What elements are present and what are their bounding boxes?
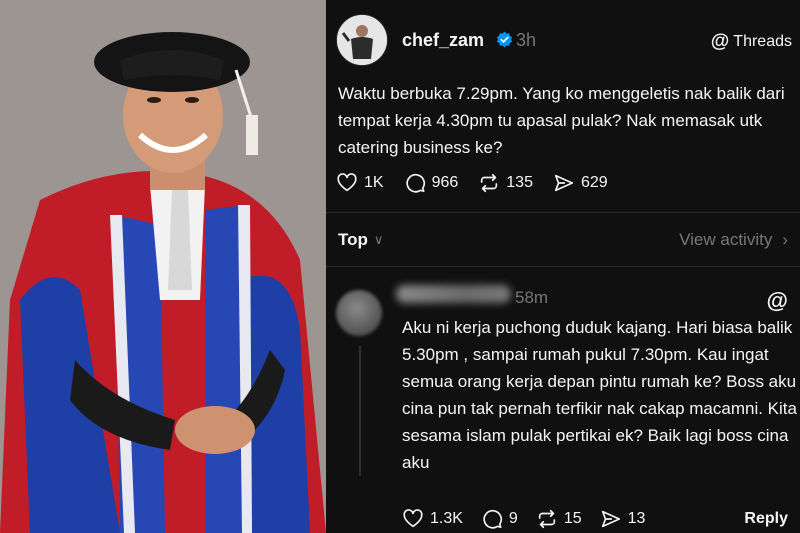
repost-button[interactable]: 135 — [478, 172, 533, 194]
threads-logo-icon[interactable]: @ — [767, 288, 788, 314]
send-icon — [601, 510, 620, 528]
thread-line — [359, 346, 361, 476]
author-username[interactable]: chef_zam — [402, 30, 484, 51]
sort-label: Top — [338, 230, 368, 249]
reply-button[interactable]: Reply — [744, 510, 788, 528]
view-activity-label: View activity — [679, 230, 773, 249]
screenshot: chef_zam 3h @ Threads Waktu berbuka 7.29… — [0, 0, 800, 533]
post-metrics: 1K 966 135 629 — [336, 172, 628, 194]
send-icon — [554, 174, 574, 192]
comment-bubble-icon — [483, 509, 502, 529]
threads-brand-label: Threads — [733, 33, 792, 50]
reply-author-name-blurred — [396, 285, 511, 303]
threads-brand[interactable]: @ Threads — [711, 31, 792, 53]
share-count: 629 — [580, 174, 608, 191]
graduation-photo — [0, 0, 326, 533]
verified-badge-icon — [496, 31, 513, 48]
comment-count: 966 — [431, 174, 459, 191]
threads-logo-icon: @ — [710, 31, 730, 52]
reply-repost-count: 15 — [563, 510, 582, 527]
avatar-image — [337, 15, 387, 65]
reply-like-button[interactable]: 1.3K — [402, 508, 463, 530]
divider — [326, 266, 800, 267]
reply-like-count: 1.3K — [430, 510, 463, 527]
chevron-right-icon: › — [782, 230, 788, 249]
reply-body: Aku ni kerja puchong duduk kajang. Hari … — [402, 318, 797, 472]
heart-icon — [403, 509, 423, 528]
repost-icon — [481, 173, 498, 193]
repost-icon — [538, 509, 555, 529]
sort-dropdown[interactable]: Top ∨ — [338, 230, 383, 250]
graduation-portrait-illustration — [0, 0, 326, 533]
repost-count: 135 — [506, 174, 533, 191]
divider — [326, 212, 800, 213]
reply-comment-button[interactable]: 9 — [481, 508, 518, 530]
view-activity-link[interactable]: View activity › — [679, 230, 788, 250]
reply-share-button[interactable]: 13 — [600, 508, 646, 530]
like-button[interactable]: 1K — [336, 172, 384, 194]
comment-button[interactable]: 966 — [404, 172, 459, 194]
author-avatar[interactable] — [336, 14, 388, 66]
threads-post-panel: chef_zam 3h @ Threads Waktu berbuka 7.29… — [326, 0, 800, 533]
post-body: Waktu berbuka 7.29pm. Yang ko menggeleti… — [338, 84, 785, 157]
heart-icon — [337, 173, 357, 192]
reply-comment-count: 9 — [508, 510, 518, 527]
reply-repost-button[interactable]: 15 — [536, 508, 582, 530]
post-time: 3h — [516, 30, 537, 50]
reply-time: 58m — [515, 288, 549, 307]
like-count: 1K — [364, 174, 384, 191]
share-button[interactable]: 629 — [553, 172, 608, 194]
reply-author-avatar-blurred[interactable] — [336, 290, 382, 336]
chevron-down-icon: ∨ — [373, 232, 384, 247]
reply-share-count: 13 — [627, 510, 646, 527]
reply-metrics: 1.3K 9 15 13 — [402, 508, 663, 530]
comment-bubble-icon — [405, 173, 425, 193]
